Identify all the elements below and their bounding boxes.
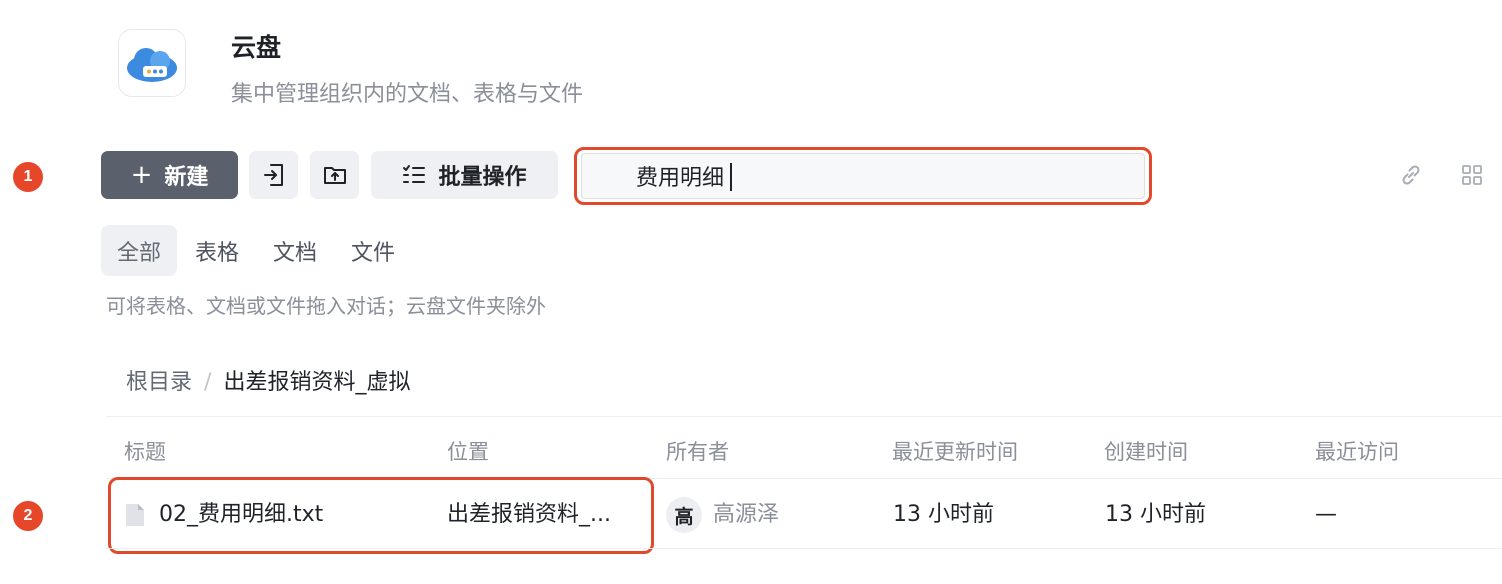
divider bbox=[106, 416, 1502, 417]
new-button[interactable]: + 新建 bbox=[101, 151, 238, 199]
search-input[interactable] bbox=[581, 153, 1145, 199]
filter-tabs: 全部 表格 文档 文件 bbox=[101, 225, 413, 276]
app-title: 云盘 bbox=[231, 33, 282, 62]
last-visited: — bbox=[1315, 502, 1337, 527]
breadcrumb-root[interactable]: 根目录 bbox=[126, 366, 192, 400]
column-header-location: 位置 bbox=[447, 440, 489, 464]
filter-tab-all[interactable]: 全部 bbox=[101, 225, 178, 276]
created-time: 13 小时前 bbox=[1105, 502, 1206, 527]
app-subtitle: 集中管理组织内的文档、表格与文件 bbox=[231, 82, 584, 107]
row-highlight-box bbox=[108, 477, 654, 554]
batch-operation-label: 批量操作 bbox=[438, 165, 527, 190]
column-header-created: 创建时间 bbox=[1104, 440, 1188, 464]
grid-view-button[interactable] bbox=[1457, 160, 1487, 190]
breadcrumb-current: 出差报销资料_虚拟 bbox=[223, 370, 411, 395]
filter-tab-sheets[interactable]: 表格 bbox=[179, 225, 255, 276]
new-button-label: 新建 bbox=[164, 165, 209, 190]
copy-link-button[interactable] bbox=[1396, 160, 1426, 190]
annotation-marker-2: 2 bbox=[13, 501, 43, 531]
link-icon bbox=[1402, 165, 1420, 185]
upload-folder-icon bbox=[323, 167, 346, 184]
updated-time: 13 小时前 bbox=[893, 502, 994, 527]
column-header-title: 标题 bbox=[124, 440, 166, 464]
upload-folder-button[interactable] bbox=[310, 151, 359, 199]
import-button[interactable] bbox=[249, 151, 298, 199]
cloud-drive-icon bbox=[118, 29, 186, 97]
text-caret bbox=[730, 163, 732, 191]
column-header-updated: 最近更新时间 bbox=[892, 440, 1018, 464]
column-header-owner: 所有者 bbox=[666, 440, 729, 464]
search-highlight-box bbox=[574, 147, 1152, 205]
divider bbox=[106, 548, 1502, 549]
filter-tab-docs[interactable]: 文档 bbox=[257, 225, 333, 276]
import-icon bbox=[263, 164, 283, 186]
breadcrumb-separator: / bbox=[204, 370, 212, 395]
checklist-icon bbox=[403, 165, 426, 183]
plus-icon: + bbox=[130, 160, 153, 190]
grid-view-icon bbox=[1462, 165, 1482, 185]
drag-hint-text: 可将表格、文档或文件拖入对话；云盘文件夹除外 bbox=[106, 294, 546, 318]
breadcrumb: 根目录 / 出差报销资料_虚拟 bbox=[126, 366, 410, 400]
column-header-visited: 最近访问 bbox=[1315, 440, 1399, 464]
filter-tab-files[interactable]: 文件 bbox=[335, 225, 411, 276]
owner-name: 高源泽 bbox=[713, 502, 780, 527]
annotation-marker-1: 1 bbox=[13, 162, 43, 192]
avatar: 高 bbox=[666, 497, 702, 533]
batch-operation-button[interactable]: 批量操作 bbox=[371, 151, 558, 199]
